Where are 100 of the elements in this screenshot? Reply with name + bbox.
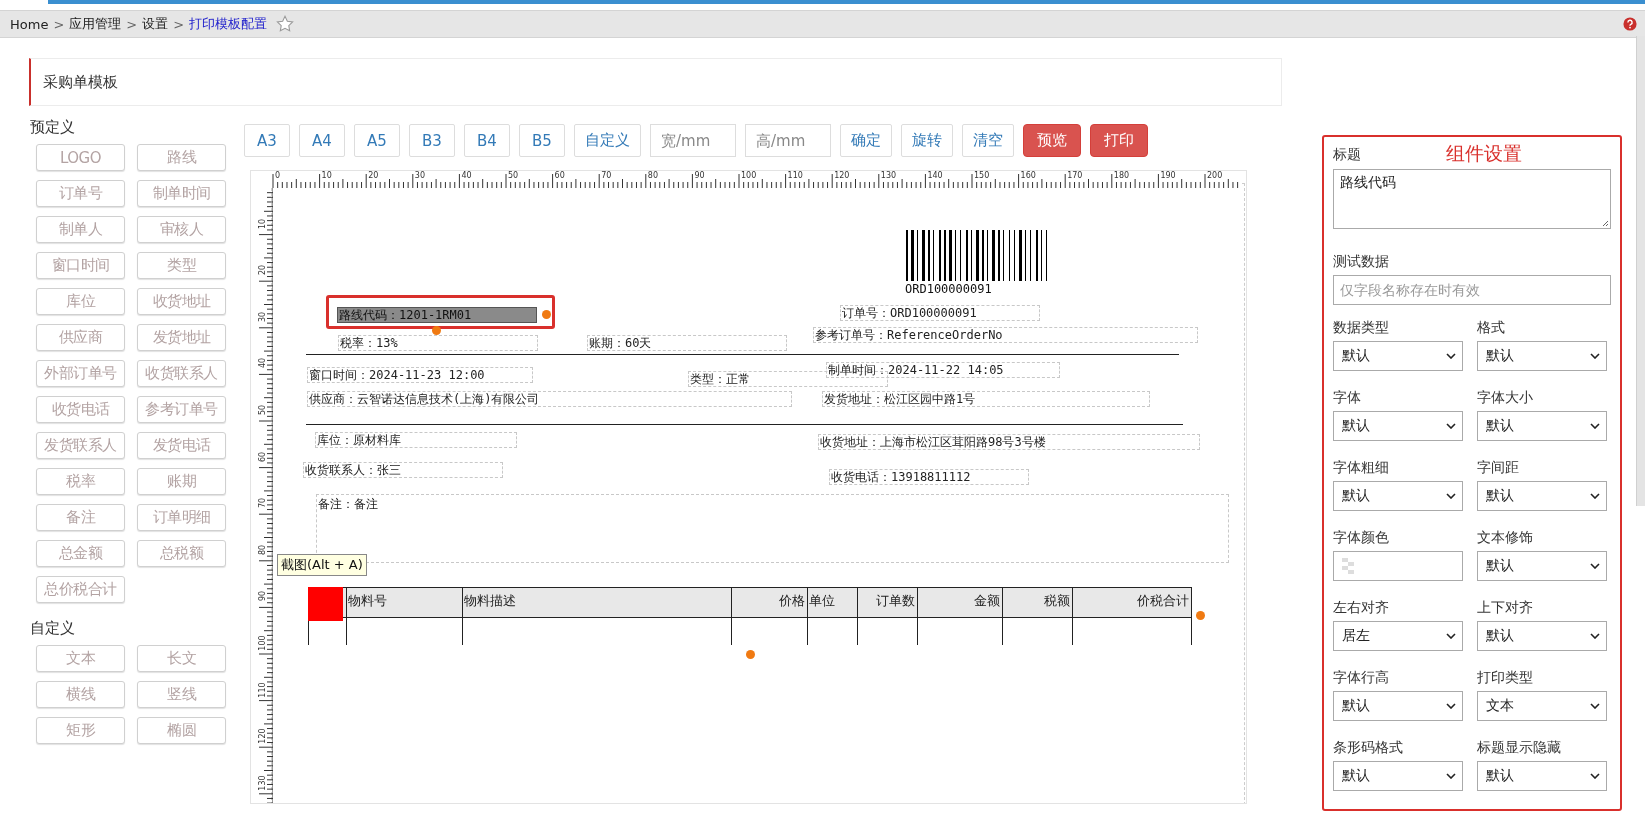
template-field[interactable]: 发货地址：松江区园中路1号 (822, 391, 1150, 407)
template-field[interactable]: 收货联系人：张三 (303, 462, 503, 478)
palette-button[interactable]: 制单人 (36, 216, 125, 243)
palette-button[interactable]: 文本 (36, 645, 125, 672)
template-field[interactable]: 窗口时间：2024-11-23 12:00 (307, 367, 533, 383)
breadcrumb-link[interactable]: 打印模板配置 (189, 15, 268, 33)
textarea-value: 路线代码 (1340, 174, 1396, 190)
toolbar-button[interactable]: 预览 (1023, 124, 1081, 157)
palette-button[interactable]: 审核人 (137, 216, 226, 243)
scrollbar[interactable] (1636, 36, 1645, 506)
select-field[interactable]: 居左 (1333, 621, 1463, 651)
select-field[interactable]: 默认 (1333, 341, 1463, 371)
palette-button[interactable]: 收货联系人 (137, 360, 226, 387)
ruler-label: 100 (256, 634, 268, 652)
toolbar-button[interactable]: 打印 (1090, 124, 1148, 157)
template-field[interactable]: 税率：13% (338, 335, 538, 351)
select-field[interactable]: 默认 (1333, 691, 1463, 721)
color-field[interactable] (1333, 551, 1463, 581)
palette-button[interactable]: 订单明细 (137, 504, 226, 531)
tooltip: 截图(Alt + A) (277, 554, 367, 576)
size-input[interactable]: 宽/mm (650, 124, 736, 157)
palette-button[interactable]: 总税额 (137, 540, 226, 567)
palette-button[interactable]: 椭圆 (137, 717, 226, 744)
toolbar-button[interactable]: 自定义 (574, 124, 641, 157)
palette-button[interactable]: 窗口时间 (36, 252, 125, 279)
toolbar-button[interactable]: 清空 (962, 124, 1014, 157)
select-field[interactable]: 默认 (1477, 621, 1607, 651)
template-field[interactable]: 制单时间：2024-11-22 14:05 (826, 362, 1060, 378)
select-field[interactable]: 默认 (1333, 481, 1463, 511)
palette-button[interactable]: 路线 (137, 144, 226, 171)
template-field[interactable]: 账期：60天 (587, 335, 787, 351)
ruler-label: 90 (256, 590, 268, 604)
palette-button[interactable]: 外部订单号 (36, 360, 125, 387)
resize-handle[interactable] (542, 310, 551, 319)
toolbar-button[interactable]: B3 (409, 124, 455, 157)
palette-button[interactable]: 参考订单号 (137, 396, 226, 423)
template-field[interactable]: 参考订单号：ReferenceOrderNo (813, 327, 1198, 343)
toolbar-button[interactable]: A4 (299, 124, 345, 157)
ruler-label: 70 (256, 497, 268, 511)
ruler-label: 10 (321, 171, 332, 180)
select-field[interactable]: 默认 (1477, 341, 1607, 371)
help-icon[interactable] (1623, 17, 1637, 31)
palette-button[interactable]: 总价税合计 (36, 576, 125, 603)
toolbar-button[interactable]: 确定 (840, 124, 892, 157)
template-field[interactable]: 供应商：云智诺达信息技术(上海)有限公司 (307, 391, 792, 407)
resize-handle[interactable] (746, 650, 755, 659)
palette-button[interactable]: 制单时间 (137, 180, 226, 207)
size-input[interactable]: 高/mm (745, 124, 831, 157)
palette-button[interactable]: 竖线 (137, 681, 226, 708)
palette-button[interactable]: 发货联系人 (36, 432, 125, 459)
palette-button[interactable]: 收货地址 (137, 288, 226, 315)
palette-button[interactable]: 类型 (137, 252, 226, 279)
select-field[interactable]: 默认 (1333, 411, 1463, 441)
ruler-label: 60 (554, 171, 565, 180)
palette-button[interactable]: 收货电话 (36, 396, 125, 423)
template-field[interactable]: 库位：原材料库 (315, 432, 517, 448)
palette-button[interactable]: 供应商 (36, 324, 125, 351)
resize-grip-icon[interactable] (1601, 219, 1609, 227)
toolbar-button[interactable]: 旋转 (901, 124, 953, 157)
template-field[interactable]: 收货电话：13918811112 (829, 469, 1029, 485)
field-label: 打印类型 (1477, 668, 1534, 687)
toolbar-button[interactable]: A5 (354, 124, 400, 157)
select-field[interactable]: 默认 (1477, 551, 1607, 581)
toolbar-button[interactable]: B4 (464, 124, 510, 157)
template-field[interactable]: 订单号：ORD100000091 (840, 305, 1040, 321)
toolbar-button[interactable]: B5 (519, 124, 565, 157)
palette-button[interactable]: 库位 (36, 288, 125, 315)
select-field[interactable]: 文本 (1477, 691, 1607, 721)
template-field[interactable]: 收货地址：上海市松江区茸阳路98号3号楼 (818, 434, 1200, 450)
field-label: 数据类型 (1333, 318, 1390, 337)
palette-button[interactable]: LOGO (36, 144, 125, 171)
select-field[interactable]: 默认 (1477, 411, 1607, 441)
field-label: 标题显示隐藏 (1477, 738, 1562, 757)
select-field[interactable]: 默认 (1333, 761, 1463, 791)
chevron-icon (1590, 563, 1600, 569)
breadcrumb-link[interactable]: Home (10, 16, 49, 32)
palette-button[interactable]: 总金额 (36, 540, 125, 567)
palette-button[interactable]: 横线 (36, 681, 125, 708)
resize-handle[interactable] (1196, 611, 1205, 620)
palette-button[interactable]: 税率 (36, 468, 125, 495)
toolbar-button[interactable]: A3 (244, 124, 290, 157)
select-field[interactable]: 默认 (1477, 481, 1607, 511)
template-field[interactable]: 路线代码：1201-1RM01 (337, 307, 537, 323)
select-field[interactable]: 默认 (1477, 761, 1607, 791)
palette-button[interactable]: 订单号 (36, 180, 125, 207)
breadcrumb-link[interactable]: 应用管理 (69, 15, 122, 33)
breadcrumb-link[interactable]: 设置 (142, 15, 169, 33)
chevron-icon (1446, 633, 1456, 639)
title-textarea[interactable]: 路线代码 (1333, 169, 1611, 229)
palette-button[interactable]: 长文 (137, 645, 226, 672)
palette-button[interactable]: 发货电话 (137, 432, 226, 459)
palette-button[interactable]: 账期 (137, 468, 226, 495)
field-label: 字体行高 (1333, 668, 1390, 687)
palette-button[interactable]: 发货地址 (137, 324, 226, 351)
palette-button[interactable]: 矩形 (36, 717, 125, 744)
resize-handle[interactable] (432, 326, 441, 335)
star-icon[interactable] (276, 15, 295, 33)
column-header: 物料号 (347, 592, 388, 610)
palette-button[interactable]: 备注 (36, 504, 125, 531)
test-data-input[interactable]: 仅字段名称存在时有效 (1333, 275, 1611, 305)
